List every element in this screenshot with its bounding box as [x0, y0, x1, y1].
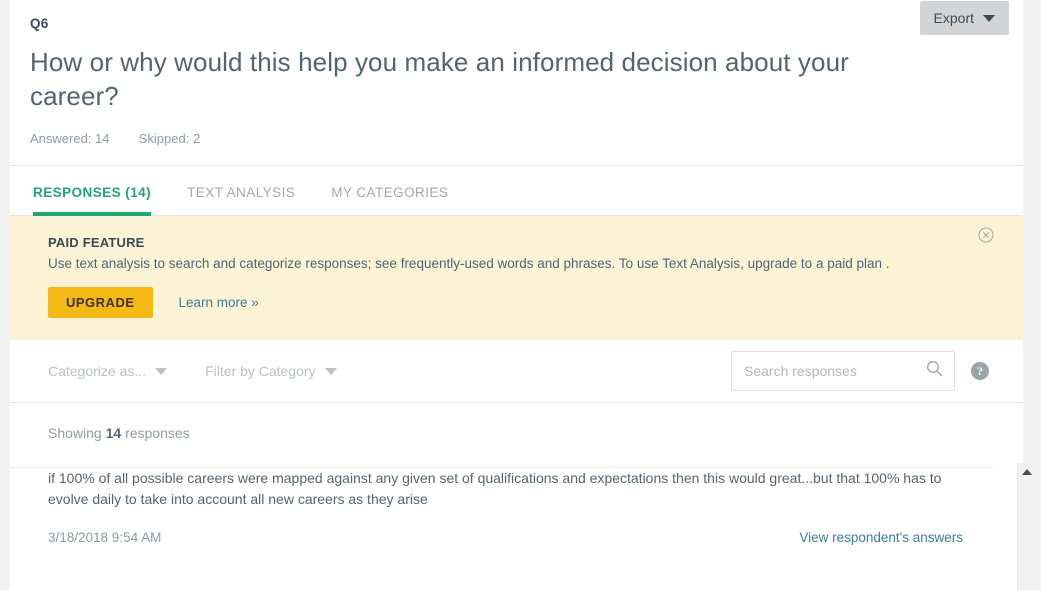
- showing-suffix: responses: [125, 425, 190, 441]
- export-button[interactable]: Export: [920, 1, 1009, 35]
- filter-by-category-label: Filter by Category: [205, 362, 315, 380]
- responses-scroll-area[interactable]: 3/18/2018 9:56 AM View respondent's answ…: [10, 446, 1023, 573]
- close-circle-icon[interactable]: [978, 227, 994, 243]
- upgrade-button[interactable]: UPGRADE: [48, 287, 153, 318]
- tab-text-analysis[interactable]: TEXT ANALYSIS: [187, 185, 295, 215]
- paid-feature-banner: PAID FEATURE Use text analysis to search…: [10, 216, 1023, 340]
- page-title: How or why would this help you make an i…: [30, 45, 935, 113]
- scroll-top-mask: [10, 446, 1023, 456]
- tab-responses[interactable]: RESPONSES (14): [33, 185, 151, 215]
- scroll-up-button[interactable]: [1018, 463, 1035, 480]
- learn-more-link[interactable]: Learn more »: [179, 295, 259, 310]
- filter-by-category-dropdown[interactable]: Filter by Category: [205, 362, 336, 380]
- categorize-as-dropdown[interactable]: Categorize as...: [48, 362, 167, 380]
- help-icon[interactable]: ?: [971, 362, 989, 380]
- banner-description: Use text analysis to search and categori…: [48, 254, 983, 274]
- chevron-down-icon: [983, 15, 995, 22]
- showing-prefix: Showing: [48, 425, 102, 441]
- response-footer: 3/18/2018 9:54 AM View respondent's answ…: [48, 529, 963, 547]
- chevron-down-icon: [325, 368, 337, 375]
- skipped-count: Skipped: 2: [139, 131, 200, 146]
- response-date: 3/18/2018 9:54 AM: [48, 529, 161, 547]
- vertical-scrollbar[interactable]: [1017, 463, 1034, 590]
- search-box[interactable]: [731, 351, 955, 391]
- response-text: if 100% of all possible careers were map…: [48, 468, 963, 510]
- banner-actions: UPGRADE Learn more »: [48, 287, 983, 318]
- responses-section: Showing 14 responses 3/18/2018 9:56 AM V…: [10, 403, 1023, 442]
- filter-bar: Categorize as... Filter by Category ?: [10, 340, 1023, 403]
- scroll-up-arrow-icon: [1022, 469, 1032, 475]
- answered-count: Answered: 14: [30, 131, 110, 146]
- showing-count: 14: [106, 425, 122, 441]
- question-header: Q6 How or why would this help you make a…: [10, 0, 1023, 147]
- question-stats: Answered: 14 Skipped: 2: [30, 130, 999, 147]
- search-input[interactable]: [732, 352, 954, 390]
- list-item: if 100% of all possible careers were map…: [10, 468, 993, 547]
- page-background: Q6 How or why would this help you make a…: [0, 0, 1041, 590]
- question-summary-card: Q6 How or why would this help you make a…: [10, 0, 1023, 590]
- export-button-label: Export: [934, 1, 974, 35]
- tab-bar: RESPONSES (14) TEXT ANALYSIS MY CATEGORI…: [10, 166, 1023, 216]
- showing-count-label: Showing 14 responses: [10, 403, 1023, 442]
- chevron-down-icon: [155, 368, 167, 375]
- tab-my-categories[interactable]: MY CATEGORIES: [331, 185, 448, 215]
- view-respondent-answers-link[interactable]: View respondent's answers: [799, 529, 963, 547]
- categorize-as-label: Categorize as...: [48, 362, 146, 380]
- question-number: Q6: [30, 15, 999, 33]
- banner-title: PAID FEATURE: [48, 234, 983, 252]
